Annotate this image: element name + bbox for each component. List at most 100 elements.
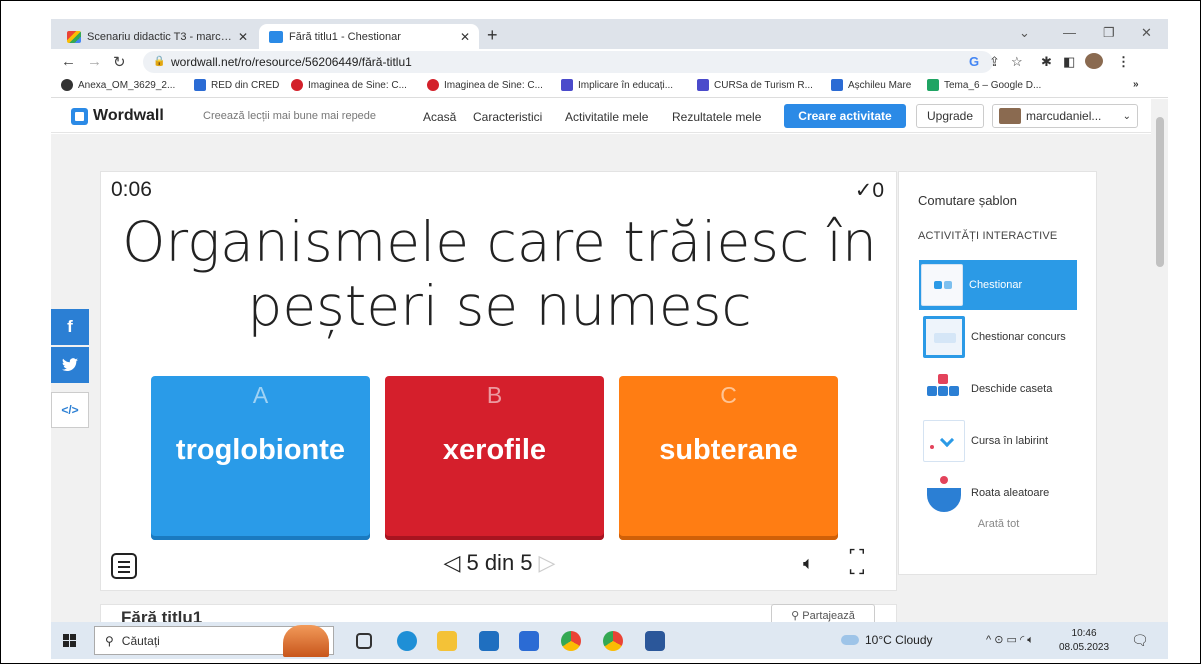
answer-text: subterane	[659, 434, 798, 466]
browser-tab-strip: Scenariu didactic T3 - marcudani... ✕ Fă…	[51, 19, 1168, 49]
answer-a-button[interactable]: A troglobionte	[151, 376, 370, 540]
previous-question-icon[interactable]: ◁	[444, 550, 461, 575]
template-label: Chestionar concurs	[971, 331, 1066, 343]
edge-icon[interactable]	[397, 631, 417, 651]
bookmark-item[interactable]: Imaginea de Sine: C...	[427, 79, 543, 91]
vertical-scrollbar[interactable]	[1151, 99, 1168, 622]
mail-icon[interactable]	[519, 631, 539, 651]
profile-avatar[interactable]	[1085, 53, 1103, 69]
bookmark-item[interactable]: Anexa_OM_3629_2...	[61, 79, 175, 91]
share-label: Partajează	[802, 610, 855, 622]
store-icon[interactable]	[479, 631, 499, 651]
bookmark-item[interactable]: Tema_6 – Google D...	[927, 79, 1041, 91]
activity-title: Fără titlu1	[121, 608, 203, 622]
panel-subtitle: ACTIVITĂȚI INTERACTIVE	[918, 230, 1058, 242]
restore-icon[interactable]: ❐	[1103, 25, 1115, 41]
chevron-down-icon: ⌄	[1122, 110, 1131, 122]
browser-tab-chestionar[interactable]: Fără titlu1 - Chestionar ✕	[259, 24, 479, 49]
forward-icon[interactable]: →	[87, 53, 102, 70]
close-tab-icon[interactable]: ✕	[235, 30, 251, 44]
weather-text: 10°C Cloudy	[865, 633, 933, 647]
chrome-menu-icon[interactable]: ⋮	[1117, 54, 1130, 70]
more-bookmarks-icon[interactable]: »	[1133, 79, 1139, 90]
twitter-icon	[62, 358, 78, 372]
template-label: Cursa în labirint	[971, 435, 1049, 447]
file-explorer-icon[interactable]	[437, 631, 457, 651]
wordwall-logo[interactable]: Wordwall	[71, 107, 164, 125]
new-tab-button[interactable]: +	[487, 25, 498, 46]
bookmark-item[interactable]: RED din CRED	[194, 79, 279, 91]
answer-text: xerofile	[442, 434, 547, 466]
bookmark-star-icon[interactable]: ☆	[1011, 54, 1023, 70]
windows-start-icon[interactable]	[63, 634, 76, 647]
chrome-icon[interactable]	[561, 631, 581, 651]
template-roata-aleatoare[interactable]: Roata aleatoare	[921, 468, 1077, 518]
word-icon[interactable]	[645, 631, 665, 651]
panel-title: Comutare șablon	[918, 193, 1017, 208]
share-page-icon[interactable]: ⇪	[989, 54, 1000, 70]
user-name: marcudaniel...	[1026, 109, 1102, 123]
close-tab-icon[interactable]: ✕	[457, 30, 473, 44]
clock-time: 10:46	[1071, 628, 1097, 639]
twitter-share-button[interactable]	[51, 347, 89, 383]
upgrade-button[interactable]: Upgrade	[916, 104, 984, 128]
user-icon: ⚲	[791, 610, 803, 622]
answer-b-button[interactable]: B xerofile	[385, 376, 604, 540]
fullscreen-icon[interactable]: ⌜ ⌝ ⌞ ⌟	[849, 548, 865, 576]
template-chestionar-concurs[interactable]: Chestionar concurs	[921, 312, 1077, 362]
nav-home[interactable]: Acasă	[423, 110, 456, 124]
open-box-icon	[923, 368, 965, 410]
back-icon[interactable]: ←	[61, 53, 76, 70]
answer-c-button[interactable]: C subterane	[619, 376, 838, 540]
lock-icon: 🔒	[153, 56, 166, 67]
user-menu-button[interactable]: marcudaniel... ⌄	[992, 104, 1138, 128]
question-text: Organismele care trăiesc în peșteri se n…	[122, 210, 877, 338]
scrollbar-thumb[interactable]	[1156, 117, 1164, 267]
weather-widget[interactable]: 10°C Cloudy	[841, 633, 933, 647]
clock-date: 08.05.2023	[1059, 642, 1110, 653]
google-translate-icon[interactable]: G	[969, 54, 979, 69]
quiz-game-area: 0:06 ✓0 Organismele care trăiesc în peșt…	[100, 171, 897, 591]
search-highlight-icon	[283, 625, 329, 657]
reload-icon[interactable]: ↻	[113, 53, 126, 71]
template-deschide-caseta[interactable]: Deschide caseta	[921, 364, 1077, 414]
create-activity-button[interactable]: Creare activitate	[784, 104, 906, 128]
search-placeholder: Căutați	[121, 633, 160, 648]
extensions-icon[interactable]: ✱	[1041, 54, 1052, 70]
bookmark-icon	[831, 79, 843, 91]
nav-my-activities[interactable]: Activitatile mele	[565, 110, 648, 124]
notification-icon[interactable]: 🗨︎	[1131, 632, 1149, 649]
clock[interactable]: 10:46 08.05.2023	[1059, 627, 1109, 655]
bookmark-item[interactable]: Imaginea de Sine: C...	[291, 79, 407, 91]
show-all-link[interactable]: Arată tot	[899, 518, 1098, 530]
close-window-icon[interactable]: ✕	[1141, 25, 1152, 41]
tab-search-icon[interactable]: ⌄	[1019, 25, 1030, 41]
task-view-icon[interactable]	[356, 633, 372, 649]
embed-button[interactable]: </>	[51, 392, 89, 428]
system-tray-icons[interactable]: ^ ⊙ ▭ ◜ 🔈︎	[986, 633, 1034, 647]
browser-tab-scenariu[interactable]: Scenariu didactic T3 - marcudani... ✕	[57, 24, 257, 49]
tagline: Creează lecții mai bune mai repede	[203, 110, 377, 122]
page-indicator: ◁ 5 din 5 ▷	[101, 550, 898, 576]
template-cursa-labirint[interactable]: Cursa în labirint	[921, 416, 1077, 466]
bookmark-icon	[194, 79, 206, 91]
answer-letter: C	[720, 382, 737, 408]
chrome-profile-icon[interactable]	[603, 631, 623, 651]
address-bar[interactable]: 🔒 wordwall.net/ro/resource/56206449/fără…	[143, 51, 993, 73]
answer-letter: A	[252, 382, 269, 408]
share-activity-button[interactable]: ⚲ Partajează	[771, 604, 875, 622]
template-chestionar[interactable]: Chestionar	[919, 260, 1077, 310]
wordwall-header: Wordwall Creează lecții mai bune mai rep…	[51, 99, 1151, 133]
bookmark-item[interactable]: Așchileu Mare	[831, 79, 911, 91]
windows-taskbar: ⚲ Căutați 10°C Cloudy ^ ⊙ ▭ ◜ 🔈︎ 10:46 0…	[51, 622, 1168, 659]
side-panel-icon[interactable]: ◧	[1063, 54, 1075, 70]
facebook-share-button[interactable]: f	[51, 309, 89, 345]
nav-features[interactable]: Caracteristici	[473, 110, 542, 124]
nav-my-results[interactable]: Rezultatele mele	[672, 110, 761, 124]
bookmark-item[interactable]: Implicare în educați...	[561, 79, 673, 91]
next-question-icon[interactable]: ▷	[539, 550, 556, 575]
sound-icon[interactable]: 🔈︎	[803, 553, 814, 574]
pinterest-icon	[427, 79, 439, 91]
bookmark-item[interactable]: CURSa de Turism R...	[697, 79, 813, 91]
minimize-icon[interactable]: —	[1063, 25, 1076, 40]
